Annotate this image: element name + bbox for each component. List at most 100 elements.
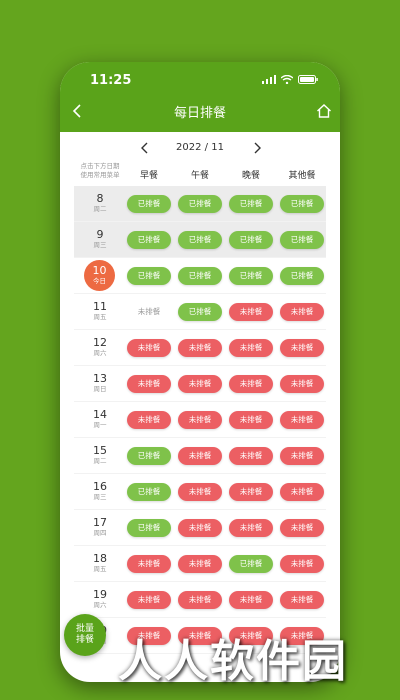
meal-unscheduled-button[interactable]: 未排餐: [178, 591, 222, 609]
meal-unscheduled-button[interactable]: 未排餐: [229, 447, 273, 465]
day-weekday: 周二: [93, 205, 107, 213]
day-number: 15: [93, 444, 107, 457]
batch-schedule-button[interactable]: 批量 排餐: [64, 614, 106, 656]
date-cell[interactable]: 13 周日: [74, 366, 126, 402]
day-weekday: 周四: [93, 529, 107, 537]
meal-unscheduled-button[interactable]: 未排餐: [229, 591, 273, 609]
meal-unscheduled-button[interactable]: 未排餐: [280, 519, 324, 537]
day-number: 17: [93, 516, 107, 529]
meal-unscheduled-button[interactable]: 未排餐: [127, 375, 171, 393]
meal-unscheduled-button[interactable]: 未排餐: [280, 483, 324, 501]
status-icons: [262, 75, 318, 84]
signal-icon: [262, 75, 276, 84]
day-weekday: 今日: [93, 277, 106, 285]
date-label: 19 周六: [74, 588, 126, 610]
meal-unscheduled-button[interactable]: 未排餐: [229, 339, 273, 357]
meal-scheduled-button[interactable]: 已排餐: [127, 519, 171, 537]
day-row: 9 周三 已排餐 已排餐 已排餐 已排餐: [74, 222, 326, 258]
date-cell[interactable]: 11 周五: [74, 294, 126, 330]
day-weekday: 周日: [93, 385, 107, 393]
date-cell[interactable]: 15 周二: [74, 438, 126, 474]
meal-scheduled-button[interactable]: 已排餐: [229, 195, 273, 213]
day-number: 12: [93, 336, 107, 349]
date-cell[interactable]: 12 周六: [74, 330, 126, 366]
date-cell[interactable]: 19 周六: [74, 582, 126, 618]
day-weekday: 周一: [93, 421, 107, 429]
meal-scheduled-button[interactable]: 已排餐: [229, 267, 273, 285]
meal-unscheduled-button[interactable]: 未排餐: [127, 339, 171, 357]
meal-scheduled-button[interactable]: 已排餐: [178, 303, 222, 321]
meal-scheduled-button[interactable]: 已排餐: [280, 195, 324, 213]
date-cell[interactable]: 18 周五: [74, 546, 126, 582]
meal-scheduled-button[interactable]: 已排餐: [178, 195, 222, 213]
home-icon[interactable]: [316, 103, 332, 119]
meal-scheduled-button[interactable]: 已排餐: [178, 231, 222, 249]
meal-scheduled-button[interactable]: 已排餐: [280, 267, 324, 285]
meal-unscheduled-button[interactable]: 未排餐: [127, 303, 171, 321]
meal-unscheduled-button[interactable]: 未排餐: [178, 411, 222, 429]
meal-scheduled-button[interactable]: 已排餐: [127, 447, 171, 465]
meal-unscheduled-button[interactable]: 未排餐: [280, 339, 324, 357]
meal-unscheduled-button[interactable]: 未排餐: [229, 411, 273, 429]
meal-unscheduled-button[interactable]: 未排餐: [280, 375, 324, 393]
watermark-logo: 人人软件园: [118, 636, 348, 687]
app-header: 11:25 每日排餐: [60, 62, 340, 132]
meal-scheduled-button[interactable]: 已排餐: [127, 195, 171, 213]
date-cell[interactable]: 8 周二: [74, 186, 126, 222]
meal-scheduled-button[interactable]: 已排餐: [229, 555, 273, 573]
day-row: 13 周日 未排餐 未排餐 未排餐 未排餐: [74, 366, 326, 402]
meal-unscheduled-button[interactable]: 未排餐: [178, 447, 222, 465]
meal-scheduled-button[interactable]: 已排餐: [127, 267, 171, 285]
battery-icon: [298, 75, 318, 84]
meal-unscheduled-button[interactable]: 未排餐: [229, 483, 273, 501]
column-header-row: 点击下方日期 使用常用菜单 早餐 午餐 晚餐 其他餐: [74, 162, 326, 186]
date-label: 14 周一: [74, 408, 126, 430]
date-label: 16 周三: [74, 480, 126, 502]
day-number: 18: [93, 552, 107, 565]
date-cell[interactable]: 10 今日: [74, 258, 126, 294]
meal-unscheduled-button[interactable]: 未排餐: [178, 339, 222, 357]
meal-unscheduled-button[interactable]: 未排餐: [178, 555, 222, 573]
date-label: 9 周三: [74, 228, 126, 250]
meal-scheduled-button[interactable]: 已排餐: [127, 483, 171, 501]
meal-scheduled-button[interactable]: 已排餐: [280, 231, 324, 249]
day-weekday: 周六: [93, 601, 107, 609]
meal-unscheduled-button[interactable]: 未排餐: [280, 411, 324, 429]
date-cell[interactable]: 16 周三: [74, 474, 126, 510]
day-row: 8 周二 已排餐 已排餐 已排餐 已排餐: [74, 186, 326, 222]
meal-unscheduled-button[interactable]: 未排餐: [229, 375, 273, 393]
meal-unscheduled-button[interactable]: 未排餐: [127, 411, 171, 429]
day-number: 9: [96, 228, 104, 241]
meal-unscheduled-button[interactable]: 未排餐: [178, 519, 222, 537]
day-row: 15 周二 已排餐 未排餐 未排餐 未排餐: [74, 438, 326, 474]
meal-unscheduled-button[interactable]: 未排餐: [229, 519, 273, 537]
meal-unscheduled-button[interactable]: 未排餐: [178, 483, 222, 501]
day-number: 13: [93, 372, 107, 385]
date-label: 18 周五: [74, 552, 126, 574]
meal-scheduled-button[interactable]: 已排餐: [178, 267, 222, 285]
meal-scheduled-button[interactable]: 已排餐: [229, 231, 273, 249]
day-number: 10: [92, 264, 107, 277]
wifi-icon: [281, 75, 293, 84]
meal-unscheduled-button[interactable]: 未排餐: [229, 303, 273, 321]
day-weekday: 周二: [93, 457, 107, 465]
day-row: 19 周六 未排餐 未排餐 未排餐 未排餐: [74, 582, 326, 618]
column-lunch: 午餐: [190, 171, 209, 181]
meal-unscheduled-button[interactable]: 未排餐: [127, 555, 171, 573]
meal-scheduled-button[interactable]: 已排餐: [127, 231, 171, 249]
meal-unscheduled-button[interactable]: 未排餐: [280, 447, 324, 465]
next-month-button[interactable]: [250, 141, 264, 155]
date-cell[interactable]: 17 周四: [74, 510, 126, 546]
meal-unscheduled-button[interactable]: 未排餐: [280, 591, 324, 609]
meal-unscheduled-button[interactable]: 未排餐: [178, 375, 222, 393]
meal-unscheduled-button[interactable]: 未排餐: [280, 303, 324, 321]
day-number: 19: [93, 588, 107, 601]
day-row: 11 周五 未排餐 已排餐 未排餐 未排餐: [74, 294, 326, 330]
date-label: 15 周二: [74, 444, 126, 466]
meal-unscheduled-button[interactable]: 未排餐: [280, 555, 324, 573]
date-cell[interactable]: 14 周一: [74, 402, 126, 438]
date-label: 11 周五: [74, 300, 126, 322]
meal-unscheduled-button[interactable]: 未排餐: [127, 591, 171, 609]
date-cell[interactable]: 9 周三: [74, 222, 126, 258]
day-number: 11: [93, 300, 107, 313]
